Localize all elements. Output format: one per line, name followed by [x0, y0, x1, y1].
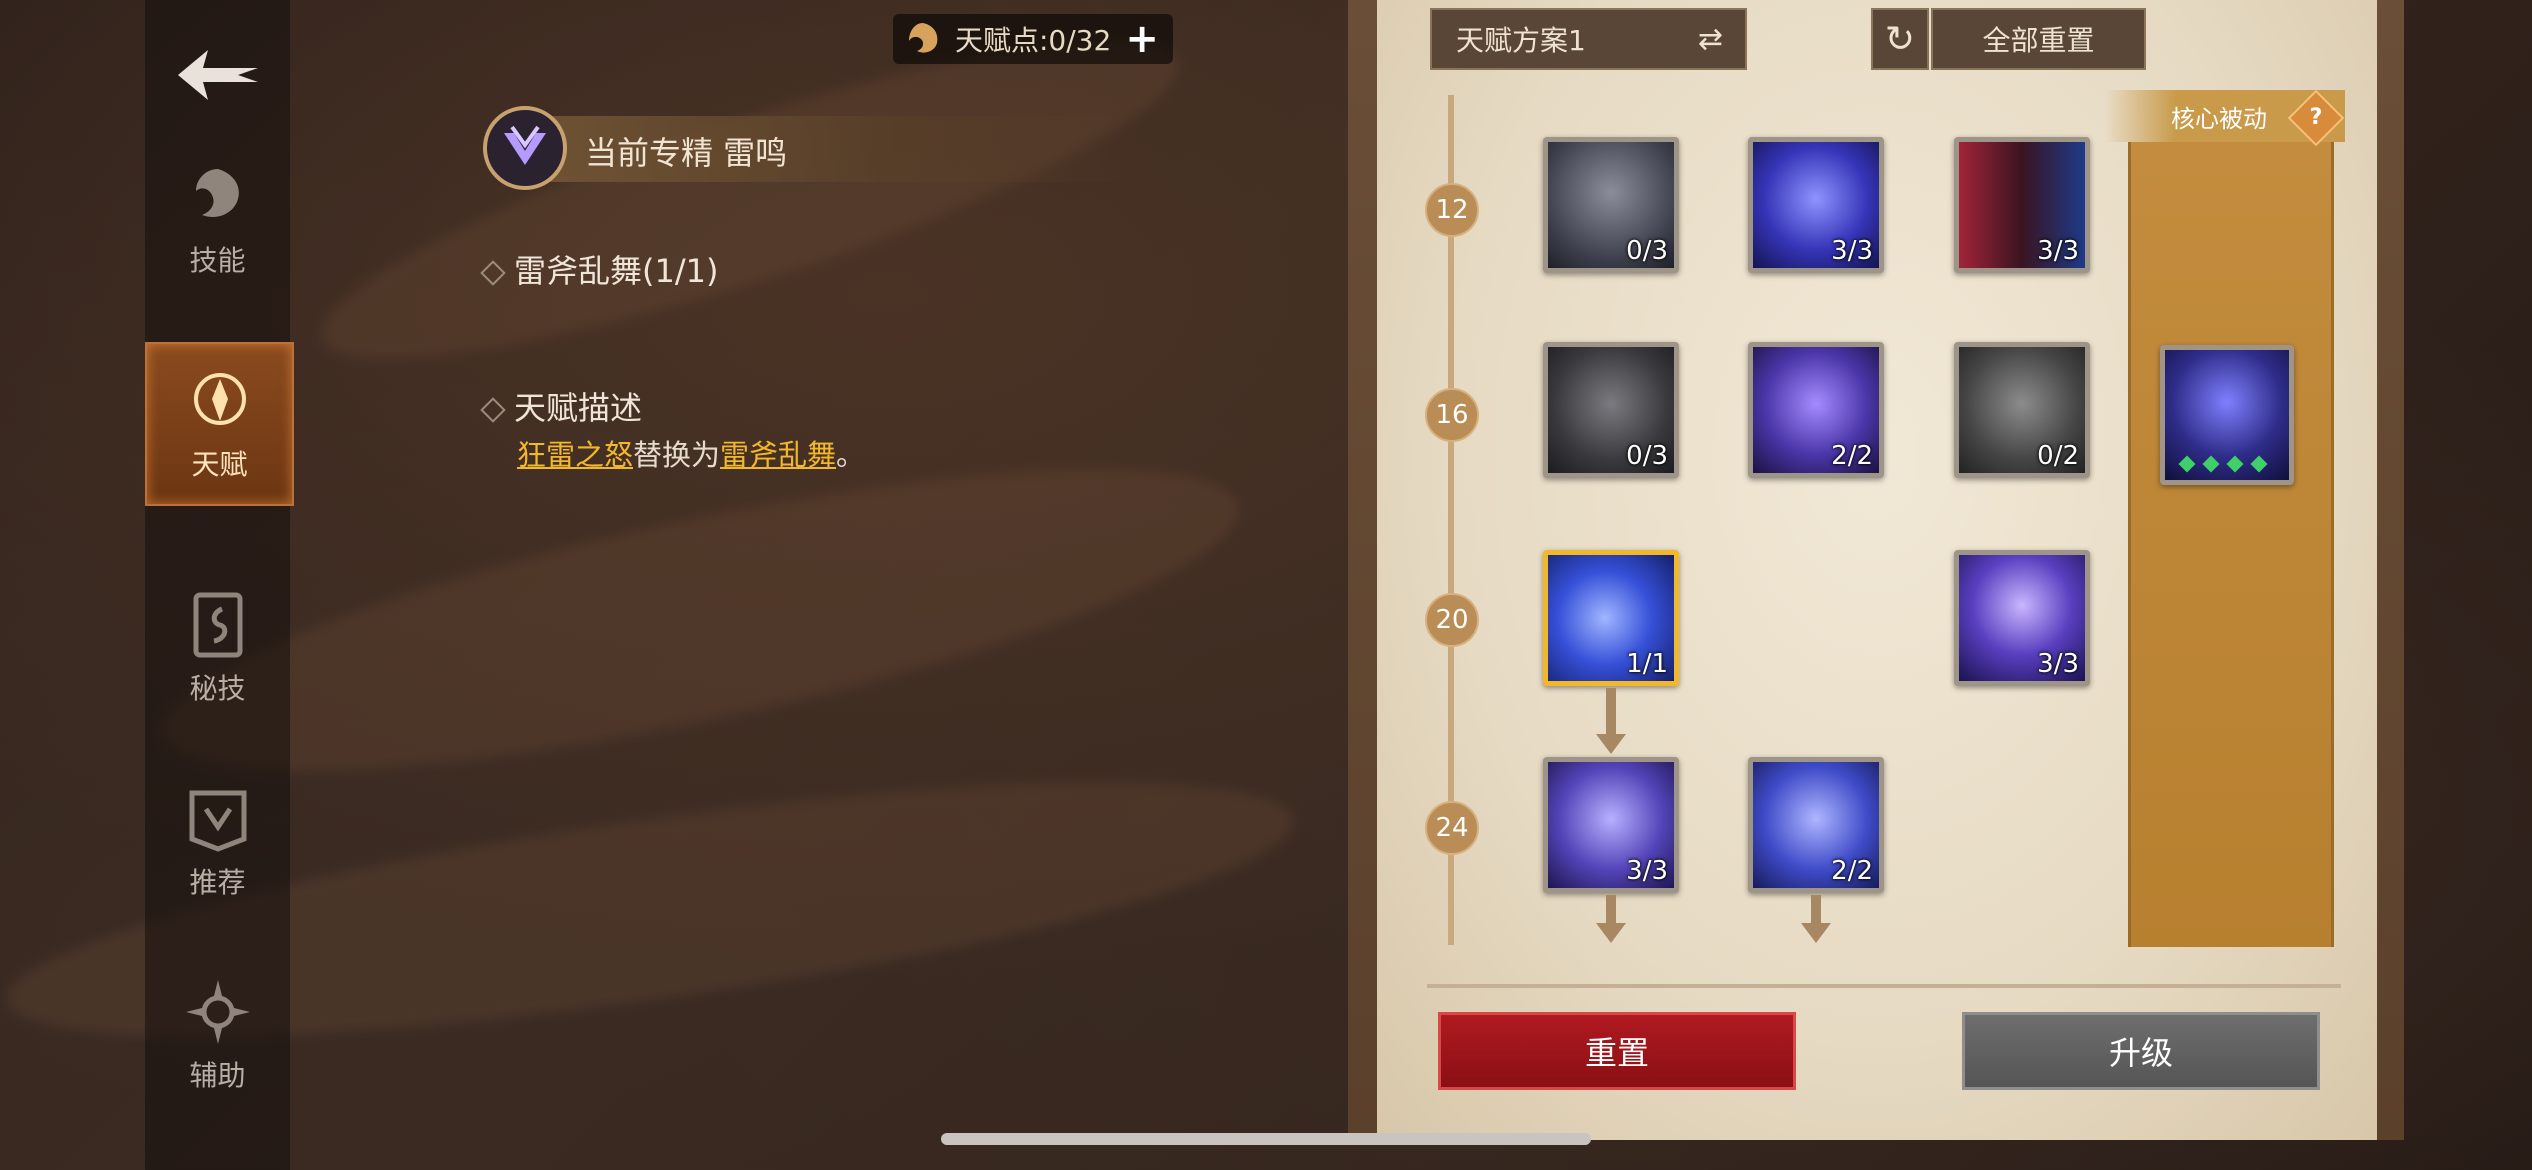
- back-button[interactable]: [168, 40, 268, 110]
- swap-icon: ⇄: [1697, 21, 1723, 57]
- nav-item-recommend[interactable]: 推荐: [145, 762, 290, 922]
- talent-node[interactable]: 3/3: [1543, 757, 1679, 893]
- talent-point-icon: [909, 23, 938, 53]
- core-passive-node[interactable]: [2160, 345, 2294, 485]
- spec-title: 当前专精 雷鸣: [585, 134, 788, 172]
- talent-rank: 3/3: [1626, 856, 1668, 886]
- reset-all-icon-button[interactable]: ↻: [1871, 8, 1929, 70]
- nav-item-secret[interactable]: 秘技: [145, 568, 290, 728]
- level-marker: 24: [1425, 801, 1479, 855]
- nav-item-skills[interactable]: 技能: [145, 140, 290, 300]
- level-marker: 20: [1425, 593, 1479, 647]
- nav-label: 辅助: [189, 1059, 246, 1092]
- divider: [1427, 984, 2341, 988]
- secret-skill-icon: [193, 592, 242, 658]
- talent-node[interactable]: 3/3: [1954, 550, 2090, 686]
- talent-plan-selector[interactable]: 天赋方案1 ⇄: [1430, 8, 1747, 70]
- talent-rank: 0/3: [1626, 236, 1668, 266]
- upgrade-button[interactable]: 升级: [1962, 1012, 2320, 1090]
- add-points-button[interactable]: +: [1125, 16, 1159, 62]
- talent-node[interactable]: 0/3: [1543, 137, 1679, 273]
- nav-label: 秘技: [189, 672, 246, 705]
- core-passive-column: [2128, 142, 2334, 947]
- skill-link[interactable]: 狂雷之怒: [517, 438, 633, 472]
- refresh-icon: ↻: [1884, 18, 1916, 60]
- back-arrow-icon: [178, 50, 258, 100]
- assist-icon: [185, 980, 250, 1044]
- thunder-spec-emblem-icon: [483, 106, 567, 190]
- talent-plan-label: 天赋方案1: [1456, 24, 1586, 57]
- description-heading-text: 天赋描述: [514, 389, 643, 427]
- talent-points: 天赋点:0/32 +: [893, 14, 1173, 64]
- reset-all-button[interactable]: 全部重置: [1931, 8, 2146, 70]
- skill-link[interactable]: 雷斧乱舞: [720, 438, 836, 472]
- talent-node-selected[interactable]: 1/1: [1543, 550, 1679, 686]
- tree-arrow: [1596, 688, 1626, 754]
- level-marker: 12: [1425, 183, 1479, 237]
- talent-node[interactable]: 3/3: [1954, 137, 2090, 273]
- bullet-diamond-icon: [480, 260, 506, 286]
- description-text-part: 。: [836, 438, 866, 472]
- talent-rank: 2/2: [1831, 441, 1873, 471]
- gem-icon: [2178, 455, 2196, 473]
- selected-talent-name: 雷斧乱舞(1/1): [480, 246, 719, 292]
- help-icon: ?: [2309, 105, 2323, 130]
- nav-item-assist[interactable]: 辅助: [145, 955, 290, 1115]
- selected-talent-text: 雷斧乱舞(1/1): [514, 252, 719, 290]
- talent-rank: 3/3: [2037, 236, 2079, 266]
- talent-node[interactable]: 2/2: [1748, 757, 1884, 893]
- talent-points-label: 天赋点:0/32: [955, 24, 1112, 57]
- reset-button[interactable]: 重置: [1438, 1012, 1796, 1090]
- talent-rank: 1/1: [1626, 649, 1668, 679]
- level-marker: 16: [1425, 388, 1479, 442]
- gem-icon: [2202, 455, 2220, 473]
- talent-rank: 0/3: [1626, 441, 1668, 471]
- talent-node[interactable]: 0/2: [1954, 342, 2090, 478]
- bullet-diamond-icon: [480, 397, 506, 423]
- talent-node[interactable]: 2/2: [1748, 342, 1884, 478]
- talent-rank: 3/3: [2037, 649, 2079, 679]
- nav-label: 技能: [189, 244, 246, 277]
- nav-label: 推荐: [189, 866, 246, 899]
- gem-icon: [2250, 455, 2268, 473]
- nav-label: 天赋: [191, 448, 248, 481]
- recommend-icon: [189, 790, 246, 852]
- talent-icon: [193, 373, 246, 425]
- description-text: 狂雷之怒替换为雷斧乱舞。: [517, 432, 865, 474]
- talent-node[interactable]: 3/3: [1748, 137, 1884, 273]
- tree-arrow: [1801, 895, 1831, 943]
- description-heading: 天赋描述: [480, 383, 643, 429]
- talent-rank: 2/2: [1831, 856, 1873, 886]
- description-text-part: 替换为: [633, 438, 721, 472]
- talent-node[interactable]: 0/3: [1543, 342, 1679, 478]
- nav-item-talent[interactable]: 天赋: [145, 342, 294, 506]
- core-gems: [2175, 455, 2271, 474]
- tree-arrow: [1596, 895, 1626, 943]
- skill-icon: [195, 169, 239, 218]
- home-indicator[interactable]: [941, 1133, 1591, 1145]
- talent-rank: 0/2: [2037, 441, 2079, 471]
- gem-icon: [2226, 455, 2244, 473]
- talent-rank: 3/3: [1831, 236, 1873, 266]
